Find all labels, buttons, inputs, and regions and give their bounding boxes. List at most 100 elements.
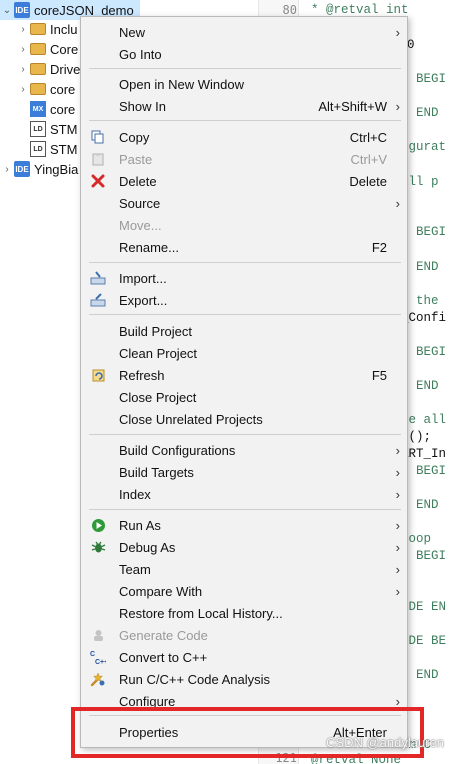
menu-item-label: Export...	[119, 292, 168, 308]
menu-item-shortcut: Ctrl+V	[350, 151, 387, 167]
includes-icon	[30, 23, 46, 35]
menu-item-run-as[interactable]: Run As ›	[82, 514, 406, 536]
menu-item-label: Compare With	[119, 583, 203, 599]
copy-icon	[89, 128, 107, 146]
menu-item-team[interactable]: Team ›	[82, 558, 406, 580]
chevron-right-icon[interactable]: ›	[0, 164, 14, 175]
menu-item-shortcut: F5	[371, 367, 387, 383]
ld-file-icon: LD	[30, 121, 46, 137]
menu-item-index[interactable]: Index ›	[82, 483, 406, 505]
run-icon	[89, 516, 107, 534]
menu-item-import[interactable]: Import...	[82, 267, 406, 289]
tree-item-ioc-file[interactable]: MX core	[30, 99, 75, 119]
tree-item-label: STM	[50, 141, 78, 157]
menu-item-delete[interactable]: Delete Delete	[82, 170, 406, 192]
export-icon	[89, 291, 107, 309]
tree-item-label: YingBia	[34, 161, 79, 177]
menu-item-label: Run As	[119, 517, 161, 533]
menu-item-label: Debug As	[119, 539, 176, 555]
delete-icon	[89, 172, 107, 190]
menu-item-label: New	[119, 24, 146, 40]
menu-item-compare-with[interactable]: Compare With ›	[82, 580, 406, 602]
tree-item-includes[interactable]: › Inclu	[16, 19, 77, 39]
menu-item-convert-to-cpp[interactable]: CC++ Convert to C++	[82, 646, 406, 668]
menu-item-label: Build Configurations	[119, 442, 236, 458]
chevron-right-icon[interactable]: ›	[16, 64, 30, 75]
menu-item-build-targets[interactable]: Build Targets ›	[82, 461, 406, 483]
folder-icon	[30, 63, 46, 75]
chevron-down-icon[interactable]: ⌄	[0, 5, 14, 16]
menu-item-go-into[interactable]: Go Into	[82, 43, 406, 65]
tree-item-ld-file-2[interactable]: LD STM	[30, 139, 77, 159]
menu-item-export[interactable]: Export...	[82, 289, 406, 311]
menu-item-new[interactable]: New ›	[82, 21, 406, 43]
tree-item-label: Inclu	[50, 21, 78, 37]
menu-item-build-configurations[interactable]: Build Configurations ›	[82, 439, 406, 461]
tree-item-yingbia-project[interactable]: › IDE YingBia	[0, 159, 78, 179]
paste-icon	[89, 150, 107, 168]
chevron-right-icon[interactable]: ›	[16, 44, 30, 55]
submenu-arrow-icon: ›	[395, 539, 400, 555]
menu-item-label: Move...	[119, 217, 162, 233]
menu-item-close-unrelated-projects[interactable]: Close Unrelated Projects	[82, 408, 406, 430]
menu-item-label: Run C/C++ Code Analysis	[119, 671, 271, 687]
menu-item-label: Convert to C++	[119, 649, 208, 665]
menu-item-label: Open in New Window	[119, 76, 244, 92]
menu-item-label: Copy	[119, 129, 150, 145]
tree-item-core-folder-2[interactable]: › core	[16, 79, 75, 99]
menu-item-label: Paste	[119, 151, 153, 167]
menu-item-restore-from-local-history[interactable]: Restore from Local History...	[82, 602, 406, 624]
ld-file-icon: LD	[30, 141, 46, 157]
tree-item-drivers-folder[interactable]: › Drive	[16, 59, 80, 79]
menu-item-clean-project[interactable]: Clean Project	[82, 342, 406, 364]
menu-separator	[89, 314, 401, 315]
ide-project-icon: IDE	[14, 2, 30, 18]
menu-item-label: Restore from Local History...	[119, 605, 283, 621]
menu-item-refresh[interactable]: Refresh F5	[82, 364, 406, 386]
menu-item-label: Build Project	[119, 323, 192, 339]
folder-icon	[30, 43, 46, 55]
menu-item-label: Rename...	[119, 239, 179, 255]
tree-item-label: STM	[50, 121, 78, 137]
submenu-arrow-icon: ›	[395, 195, 400, 211]
tree-item-core-folder[interactable]: › Core	[16, 39, 78, 59]
menu-item-show-in[interactable]: Show In Alt+Shift+W ›	[82, 95, 406, 117]
submenu-arrow-icon: ›	[395, 464, 400, 480]
menu-item-close-project[interactable]: Close Project	[82, 386, 406, 408]
context-menu: New › Go Into Open in New Window Show In…	[80, 16, 408, 748]
chevron-right-icon[interactable]: ›	[16, 84, 30, 95]
menu-item-shortcut: F2	[371, 239, 387, 255]
menu-item-run-code-analysis[interactable]: Run C/C++ Code Analysis	[82, 668, 406, 690]
submenu-arrow-icon: ›	[395, 24, 400, 40]
menu-separator	[89, 262, 401, 263]
menu-item-shortcut: Ctrl+C	[349, 129, 387, 145]
debug-icon	[89, 538, 107, 556]
menu-separator	[89, 68, 401, 69]
folder-icon	[30, 83, 46, 95]
refresh-icon	[89, 366, 107, 384]
menu-item-label: Close Unrelated Projects	[119, 411, 263, 427]
menu-item-label: Team	[119, 561, 151, 577]
menu-separator	[89, 509, 401, 510]
watermark: CSDN @andylauren	[326, 735, 444, 750]
submenu-arrow-icon: ›	[395, 486, 400, 502]
code-analysis-icon	[89, 670, 107, 688]
menu-item-build-project[interactable]: Build Project	[82, 320, 406, 342]
tree-item-label: Core	[50, 41, 79, 57]
menu-item-source[interactable]: Source ›	[82, 192, 406, 214]
ide-project-icon: IDE	[14, 161, 30, 177]
menu-item-generate-code[interactable]: Generate Code	[82, 624, 406, 646]
chevron-right-icon[interactable]: ›	[16, 24, 30, 35]
tree-item-ld-file[interactable]: LD STM	[30, 119, 77, 139]
menu-item-debug-as[interactable]: Debug As ›	[82, 536, 406, 558]
submenu-arrow-icon: ›	[395, 517, 400, 533]
menu-item-label: Show In	[119, 98, 166, 114]
submenu-arrow-icon: ›	[395, 561, 400, 577]
menu-item-paste[interactable]: Paste Ctrl+V	[82, 148, 406, 170]
menu-item-copy[interactable]: Copy Ctrl+C	[82, 126, 406, 148]
submenu-arrow-icon: ›	[395, 442, 400, 458]
menu-item-rename[interactable]: Rename... F2	[82, 236, 406, 258]
menu-item-open-in-new-window[interactable]: Open in New Window	[82, 73, 406, 95]
menu-item-label: Clean Project	[119, 345, 198, 361]
menu-item-move[interactable]: Move...	[82, 214, 406, 236]
